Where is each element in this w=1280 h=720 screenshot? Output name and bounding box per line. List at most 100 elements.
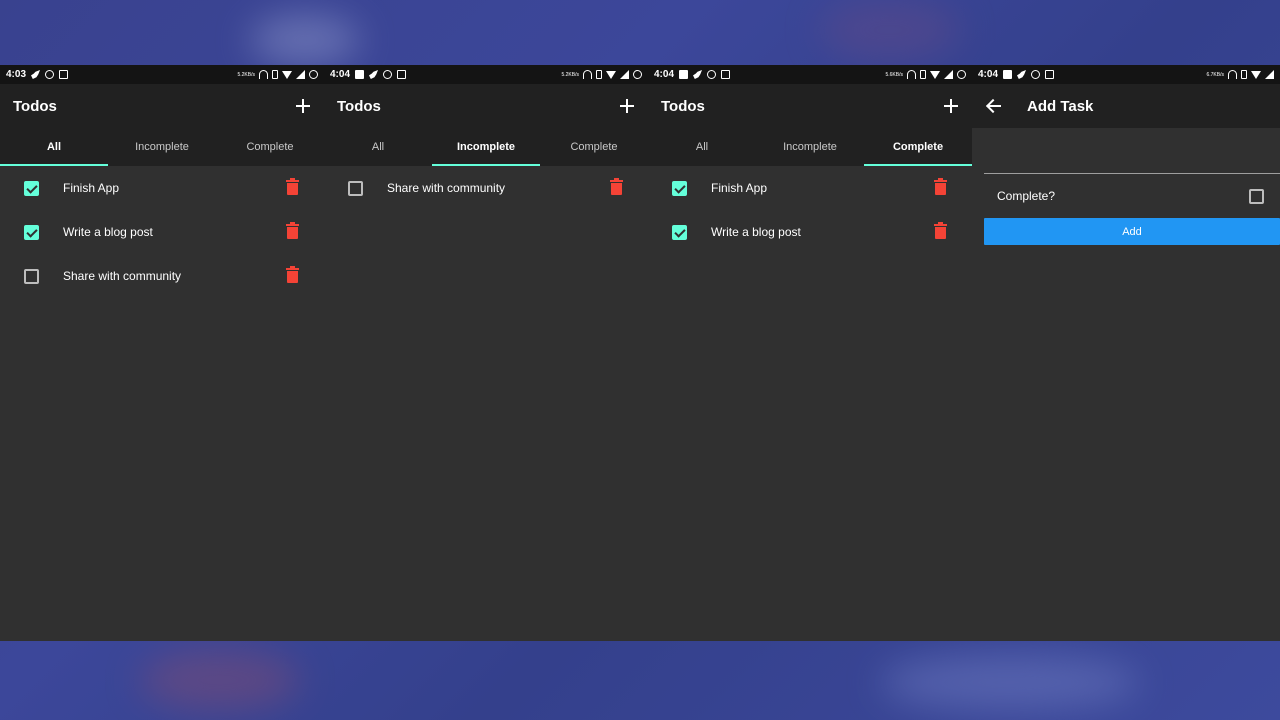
- wifi-icon: [282, 70, 292, 79]
- background-blob: [140, 650, 300, 710]
- tab-incomplete[interactable]: Incomplete: [432, 128, 540, 166]
- background-blob: [880, 655, 1140, 710]
- status-bar: 4:04 5.2KB/s: [324, 65, 648, 84]
- tab-bar: All Incomplete Complete: [0, 128, 324, 166]
- todo-checkbox[interactable]: [672, 224, 687, 240]
- delete-icon[interactable]: [286, 178, 299, 195]
- app-notification-icon: [1045, 70, 1055, 79]
- tab-complete[interactable]: Complete: [864, 128, 972, 166]
- delete-icon[interactable]: [934, 178, 947, 195]
- status-time: 4:03: [6, 69, 27, 80]
- todo-label: Share with community: [63, 269, 182, 283]
- network-speed: 5.6KB/s: [885, 71, 903, 78]
- back-arrow-icon[interactable]: [985, 98, 1003, 114]
- delete-icon[interactable]: [286, 222, 299, 239]
- wifi-icon: [1251, 70, 1261, 79]
- vibrate-icon: [596, 70, 602, 79]
- tab-incomplete[interactable]: Incomplete: [756, 128, 864, 166]
- notification-icon: [45, 70, 55, 79]
- page-title: Add Task: [1027, 97, 1094, 115]
- image-icon: [679, 70, 689, 79]
- page-title: Todos: [13, 97, 57, 115]
- add-task-icon[interactable]: [619, 98, 635, 114]
- status-right: 5.2KB/s: [561, 70, 642, 79]
- todo-checkbox[interactable]: [24, 224, 39, 240]
- image-icon: [1003, 70, 1013, 79]
- task-field: [984, 128, 1280, 174]
- complete-checkbox[interactable]: [1249, 188, 1264, 204]
- tab-complete[interactable]: Complete: [216, 128, 324, 166]
- headphones-icon: [583, 70, 592, 79]
- page-title: Todos: [661, 97, 705, 115]
- tab-bar: All Incomplete Complete: [324, 128, 648, 166]
- headphones-icon: [1228, 70, 1237, 79]
- twitter-icon: [31, 70, 41, 79]
- signal-icon: [296, 70, 305, 79]
- add-task-icon[interactable]: [943, 98, 959, 114]
- status-bar: 4:04 5.6KB/s: [648, 65, 972, 84]
- todos-screen-all: 4:03 5.2KB/s Todos All Incomplete Comple…: [0, 65, 324, 641]
- tab-incomplete[interactable]: Incomplete: [108, 128, 216, 166]
- todo-item: Share with community: [0, 254, 324, 298]
- tab-all[interactable]: All: [324, 128, 432, 166]
- wifi-icon: [930, 70, 940, 79]
- app-bar: Todos: [0, 84, 324, 128]
- todo-label: Finish App: [711, 181, 768, 195]
- tab-complete[interactable]: Complete: [540, 128, 648, 166]
- add-button[interactable]: Add: [984, 218, 1280, 245]
- notification-icon: [1031, 70, 1041, 79]
- app-bar: Todos: [324, 84, 648, 128]
- app-bar: Todos: [648, 84, 972, 128]
- image-icon: [355, 70, 365, 79]
- notification-icon: [707, 70, 717, 79]
- task-input[interactable]: [984, 128, 1280, 173]
- todo-item: Finish App: [648, 166, 972, 210]
- todo-label: Share with community: [387, 181, 506, 195]
- network-speed: 5.2KB/s: [561, 71, 579, 78]
- app-notification-icon: [59, 70, 69, 79]
- app-notification-icon: [397, 70, 407, 79]
- vibrate-icon: [272, 70, 278, 79]
- todo-list: Finish App Write a blog post Share with …: [0, 166, 324, 298]
- todo-checkbox[interactable]: [24, 180, 39, 196]
- delete-icon[interactable]: [934, 222, 947, 239]
- delete-icon[interactable]: [610, 178, 623, 195]
- complete-label: Complete?: [997, 189, 1056, 203]
- notification-icon: [383, 70, 393, 79]
- status-time: 4:04: [978, 69, 999, 80]
- todo-checkbox[interactable]: [24, 268, 39, 284]
- vibrate-icon: [920, 70, 926, 79]
- headphones-icon: [907, 70, 916, 79]
- signal-icon: [620, 70, 629, 79]
- delete-icon[interactable]: [286, 266, 299, 283]
- todos-screen-complete: 4:04 5.6KB/s Todos All Incomplete Comple…: [648, 65, 972, 641]
- twitter-icon: [1017, 70, 1027, 79]
- todo-checkbox[interactable]: [348, 180, 363, 196]
- signal-icon: [944, 70, 953, 79]
- battery-icon: [633, 70, 642, 79]
- battery-icon: [957, 70, 966, 79]
- add-task-icon[interactable]: [295, 98, 311, 114]
- todo-label: Write a blog post: [63, 225, 153, 239]
- status-bar: 4:04 6.7KB/s: [972, 65, 1280, 84]
- tab-all[interactable]: All: [0, 128, 108, 166]
- phone-screens: 4:03 5.2KB/s Todos All Incomplete Comple…: [0, 65, 1280, 641]
- battery-icon: [309, 70, 318, 79]
- status-right: 5.2KB/s: [237, 70, 318, 79]
- vibrate-icon: [1241, 70, 1247, 79]
- status-time: 4:04: [654, 69, 675, 80]
- todo-list: Share with community: [324, 166, 648, 210]
- add-task-screen: 4:04 6.7KB/s Add Task Complete? Add: [972, 65, 1280, 641]
- wifi-icon: [606, 70, 616, 79]
- tab-all[interactable]: All: [648, 128, 756, 166]
- headphones-icon: [259, 70, 268, 79]
- signal-icon: [1265, 70, 1274, 79]
- complete-row: Complete?: [972, 174, 1280, 218]
- background-blob: [820, 0, 960, 60]
- network-speed: 6.7KB/s: [1206, 71, 1224, 78]
- todo-checkbox[interactable]: [672, 180, 687, 196]
- network-speed: 5.2KB/s: [237, 71, 255, 78]
- todo-label: Finish App: [63, 181, 120, 195]
- todo-item: Finish App: [0, 166, 324, 210]
- twitter-icon: [693, 70, 703, 79]
